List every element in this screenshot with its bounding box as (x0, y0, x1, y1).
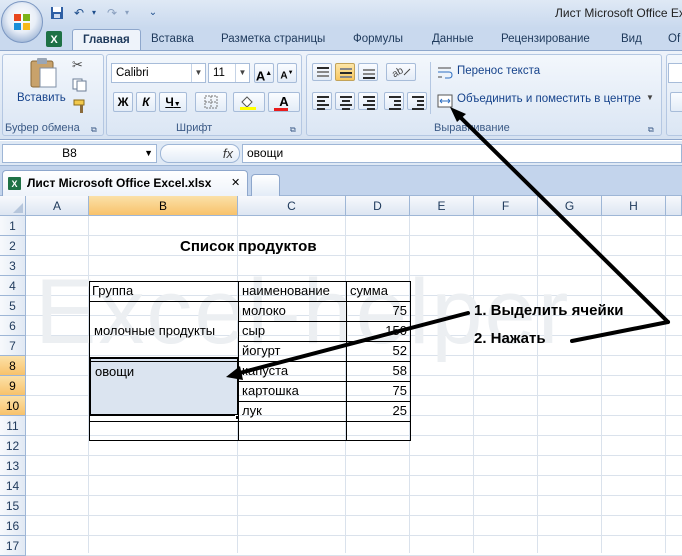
office-logo-icon (14, 14, 30, 30)
office-button[interactable] (1, 1, 43, 43)
arrow-to-cells (230, 311, 470, 377)
arrow-to-merge-button (453, 110, 670, 324)
arrow-line-to-corner (570, 320, 670, 343)
annotation-arrows (226, 107, 670, 380)
arrow-head-cells (226, 366, 243, 380)
